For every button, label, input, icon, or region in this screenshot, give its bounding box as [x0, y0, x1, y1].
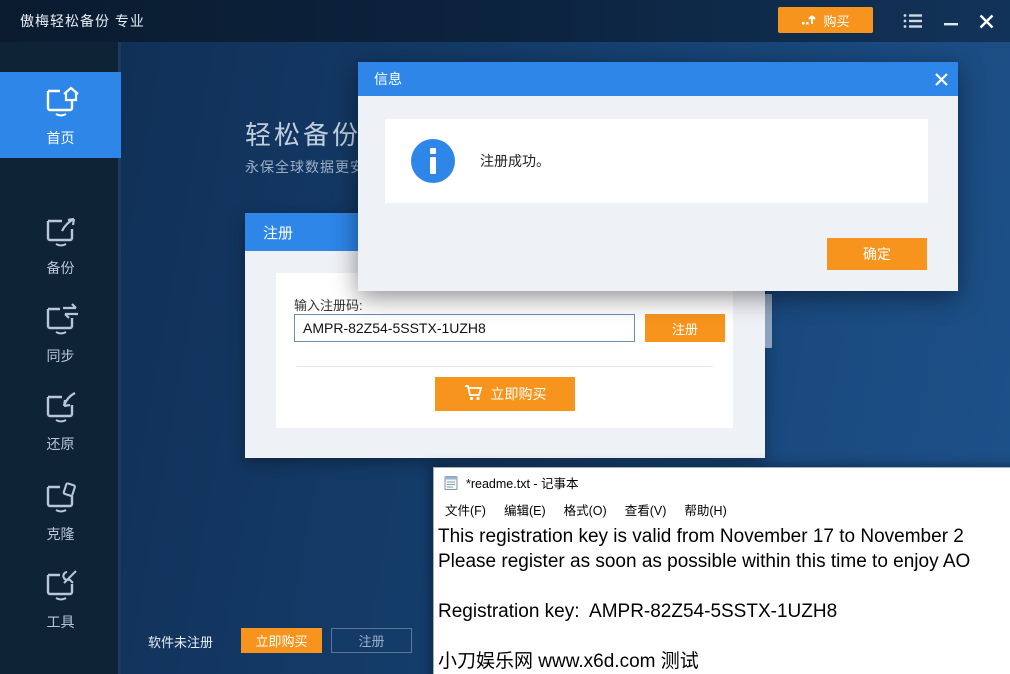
- monitor-tools-icon: [40, 567, 82, 605]
- minimize-icon: [943, 13, 959, 29]
- buy-now-button[interactable]: 立即购买: [435, 377, 575, 411]
- sidebar-item-tools[interactable]: 工具: [0, 556, 121, 642]
- upgrade-icon: [801, 12, 817, 29]
- scrollbar-thumb[interactable]: [765, 294, 772, 348]
- sidebar-item-sync[interactable]: 同步: [0, 290, 121, 376]
- notepad-titlebar[interactable]: *readme.txt - 记事本: [434, 468, 1010, 497]
- dialog-title: 信息: [374, 69, 924, 89]
- status-buy-button[interactable]: 立即购买: [241, 628, 322, 653]
- notepad-line: This registration key is valid from Nove…: [438, 524, 1010, 549]
- close-button[interactable]: [972, 8, 1000, 34]
- notepad-line: 小刀娱乐网 www.x6d.com 测试: [438, 649, 1010, 674]
- sidebar-item-clone[interactable]: 克隆: [0, 468, 121, 554]
- notepad-line: Registration key: AMPR-82Z54-5SSTX-1UZH8: [438, 599, 1010, 624]
- app-window: 傲梅轻松备份 专业 购买: [0, 0, 1010, 674]
- register-code-label: 输入注册码:: [294, 295, 363, 314]
- menu-item-format[interactable]: 格式(O): [555, 497, 616, 522]
- notepad-menubar: 文件(F) 编辑(E) 格式(O) 查看(V) 帮助(H): [434, 497, 1010, 521]
- monitor-backup-icon: [40, 213, 82, 251]
- buy-button[interactable]: 购买: [778, 7, 873, 33]
- dialog-close-button[interactable]: [924, 62, 958, 96]
- notepad-icon: [443, 475, 459, 491]
- register-form: 输入注册码: 注册 立即购买: [276, 273, 733, 428]
- status-text: 软件未注册: [148, 632, 213, 651]
- info-dialog: 信息 注册成功。 确定: [358, 62, 958, 291]
- notepad-line: Please register as soon as possible with…: [438, 549, 1010, 574]
- notepad-title: *readme.txt - 记事本: [466, 473, 579, 492]
- sidebar-item-home[interactable]: 首页: [0, 72, 121, 158]
- minimize-button[interactable]: [938, 8, 964, 34]
- notepad-content[interactable]: This registration key is valid from Nove…: [434, 521, 1010, 674]
- sidebar-item-backup[interactable]: 备份: [0, 202, 121, 288]
- sidebar: 首页 备份 同步 还原: [0, 42, 121, 674]
- register-submit-button[interactable]: 注册: [645, 314, 725, 342]
- page-title: 轻松备份: [245, 115, 361, 152]
- monitor-restore-icon: [40, 389, 82, 427]
- register-panel-title: 注册: [263, 222, 293, 243]
- divider: [296, 366, 713, 367]
- dialog-message-box: 注册成功。: [385, 119, 928, 203]
- menu-item-help[interactable]: 帮助(H): [675, 497, 735, 522]
- ok-button[interactable]: 确定: [827, 238, 927, 270]
- dialog-titlebar: 信息: [358, 62, 958, 96]
- menu-item-file[interactable]: 文件(F): [436, 497, 495, 522]
- buy-now-label: 立即购买: [491, 384, 547, 404]
- info-icon: [411, 139, 455, 183]
- monitor-clone-icon: [40, 479, 82, 517]
- notepad-line: [438, 624, 1010, 649]
- close-icon: [935, 73, 948, 86]
- close-icon: [979, 14, 994, 29]
- sidebar-item-label: 工具: [47, 612, 75, 632]
- sidebar-item-label: 还原: [47, 434, 75, 454]
- dialog-message: 注册成功。: [480, 151, 550, 171]
- monitor-home-icon: [40, 83, 82, 121]
- menu-icon[interactable]: [901, 12, 925, 30]
- notepad-line: [438, 574, 1010, 599]
- status-register-button[interactable]: 注册: [331, 628, 412, 653]
- notepad-window: *readme.txt - 记事本 文件(F) 编辑(E) 格式(O) 查看(V…: [433, 467, 1010, 674]
- titlebar: 傲梅轻松备份 专业 购买: [0, 0, 1010, 42]
- register-code-input[interactable]: [294, 314, 635, 342]
- cart-icon: [464, 384, 483, 404]
- sidebar-item-label: 克隆: [47, 524, 75, 544]
- sidebar-item-label: 备份: [47, 258, 75, 278]
- sidebar-item-restore[interactable]: 还原: [0, 378, 121, 464]
- menu-item-edit[interactable]: 编辑(E): [495, 497, 555, 522]
- monitor-sync-icon: [40, 301, 82, 339]
- sidebar-item-label: 同步: [47, 346, 75, 366]
- buy-button-label: 购买: [823, 11, 849, 30]
- sidebar-item-label: 首页: [47, 128, 75, 148]
- app-title: 傲梅轻松备份 专业: [20, 11, 145, 31]
- menu-item-view[interactable]: 查看(V): [616, 497, 676, 522]
